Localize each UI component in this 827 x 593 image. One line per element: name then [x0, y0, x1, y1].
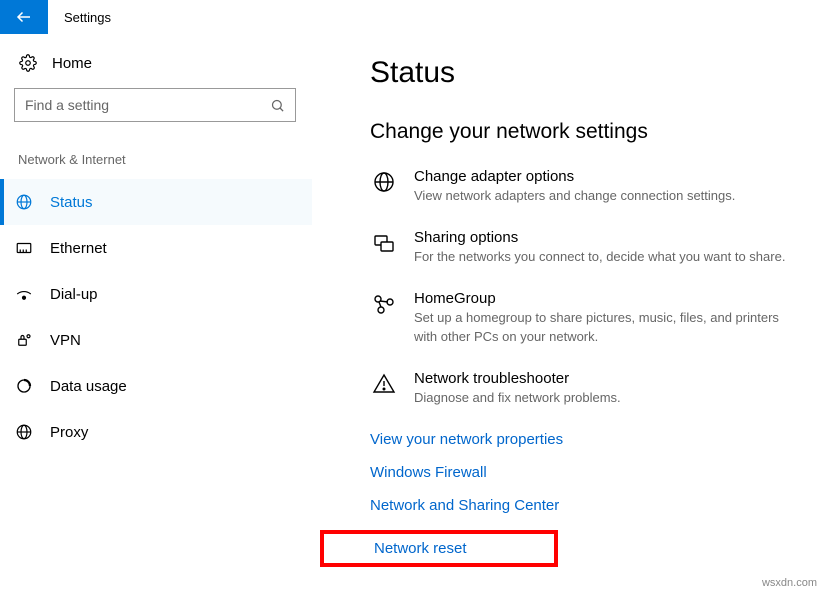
option-troubleshooter[interactable]: Network troubleshooter Diagnose and fix … — [370, 370, 803, 407]
ethernet-icon — [14, 239, 34, 257]
option-adapter[interactable]: Change adapter options View network adap… — [370, 168, 803, 205]
vpn-icon — [14, 331, 34, 349]
sidebar-item-ethernet[interactable]: Ethernet — [0, 225, 312, 271]
dialup-icon — [14, 285, 34, 303]
globe-icon — [370, 168, 398, 205]
option-homegroup[interactable]: HomeGroup Set up a homegroup to share pi… — [370, 290, 803, 345]
page-title: Status — [370, 56, 803, 90]
option-desc: For the networks you connect to, decide … — [414, 248, 803, 266]
link-view-properties[interactable]: View your network properties — [370, 431, 803, 448]
home-label: Home — [52, 55, 92, 72]
search-icon — [270, 98, 285, 113]
option-desc: Diagnose and fix network problems. — [414, 389, 803, 407]
option-title: Network troubleshooter — [414, 370, 803, 387]
search-box[interactable] — [14, 88, 296, 122]
sidebar-item-label: Proxy — [50, 424, 88, 441]
status-icon — [14, 193, 34, 211]
section-title: Change your network settings — [370, 120, 803, 144]
option-sharing[interactable]: Sharing options For the networks you con… — [370, 229, 803, 266]
section-header: Network & Internet — [14, 152, 312, 167]
sidebar-item-label: Dial-up — [50, 286, 98, 303]
sidebar-item-label: Data usage — [50, 378, 127, 395]
back-button[interactable] — [0, 0, 48, 34]
arrow-left-icon — [15, 8, 33, 26]
proxy-icon — [14, 423, 34, 441]
window-title: Settings — [64, 10, 111, 25]
sharing-icon — [370, 229, 398, 266]
sidebar: Home Network & Internet Status — [0, 34, 312, 593]
sidebar-item-dialup[interactable]: Dial-up — [0, 271, 312, 317]
sidebar-item-label: VPN — [50, 332, 81, 349]
link-network-reset[interactable]: Network reset — [374, 540, 540, 557]
title-bar: Settings — [0, 0, 827, 34]
watermark: wsxdn.com — [762, 577, 817, 589]
option-title: Change adapter options — [414, 168, 803, 185]
main-content: Status Change your network settings Chan… — [312, 34, 827, 593]
option-title: Sharing options — [414, 229, 803, 246]
sidebar-item-proxy[interactable]: Proxy — [0, 409, 312, 455]
homegroup-icon — [370, 290, 398, 345]
highlight-box: Network reset — [320, 530, 558, 567]
search-input[interactable] — [25, 97, 270, 113]
data-usage-icon — [14, 377, 34, 395]
link-sharing-center[interactable]: Network and Sharing Center — [370, 497, 803, 514]
sidebar-item-datausage[interactable]: Data usage — [0, 363, 312, 409]
sidebar-item-label: Status — [50, 194, 93, 211]
link-windows-firewall[interactable]: Windows Firewall — [370, 464, 803, 481]
sidebar-item-label: Ethernet — [50, 240, 107, 257]
option-title: HomeGroup — [414, 290, 803, 307]
sidebar-item-status[interactable]: Status — [0, 179, 312, 225]
gear-icon — [18, 54, 38, 72]
option-desc: Set up a homegroup to share pictures, mu… — [414, 309, 803, 345]
warning-icon — [370, 370, 398, 407]
sidebar-item-vpn[interactable]: VPN — [0, 317, 312, 363]
option-desc: View network adapters and change connect… — [414, 187, 803, 205]
home-button[interactable]: Home — [14, 48, 312, 78]
